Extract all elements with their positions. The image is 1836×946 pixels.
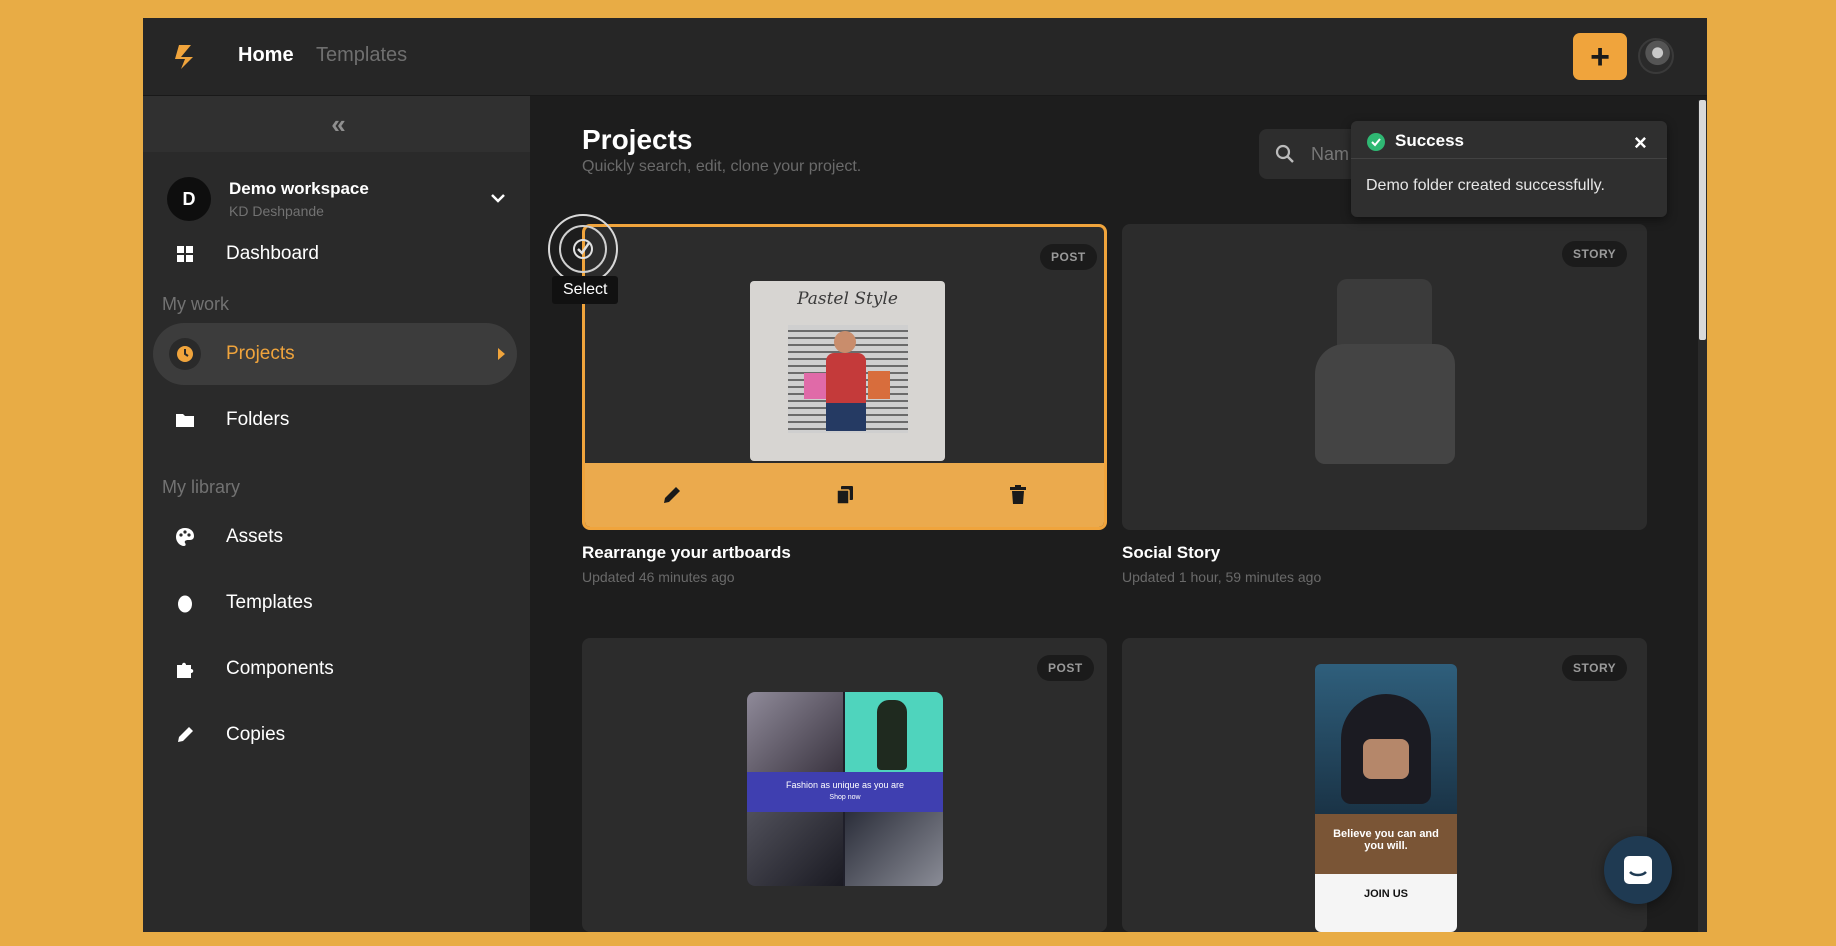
search-icon: [1275, 144, 1294, 163]
select-tooltip: Select: [552, 276, 619, 304]
page-subtitle: Quickly search, edit, clone your project…: [582, 158, 862, 175]
hand-placeholder: [1315, 344, 1455, 464]
scrollbar-thumb[interactable]: [1699, 100, 1706, 340]
close-icon[interactable]: ×: [1634, 130, 1647, 156]
sidebar-item-label: Assets: [226, 526, 284, 547]
type-badge: STORY: [1562, 241, 1628, 267]
project-preview: Believe you can and you will. JOIN US: [1315, 664, 1457, 932]
top-bar: Home Templates +: [143, 18, 1707, 96]
collapse-sidebar-button[interactable]: «: [143, 96, 530, 152]
sidebar-item-components[interactable]: Components: [153, 638, 517, 700]
project-card-thumbnail[interactable]: Pastel Style POST: [582, 224, 1107, 530]
app-logo-icon[interactable]: [171, 42, 201, 72]
check-circle-icon: [559, 225, 607, 273]
sidebar-item-templates[interactable]: Templates: [153, 572, 517, 634]
type-badge: STORY: [1562, 655, 1628, 681]
pencil-icon: [169, 719, 201, 751]
toast-title: Success: [1395, 131, 1464, 150]
sidebar-item-label: Templates: [226, 592, 313, 613]
sidebar-item-label: Projects: [226, 343, 295, 364]
select-project-checkbox[interactable]: [548, 214, 618, 284]
grid-icon: [169, 238, 201, 270]
nav-templates[interactable]: Templates: [316, 44, 407, 67]
type-badge: POST: [1037, 655, 1094, 681]
sidebar-item-projects[interactable]: Projects: [153, 323, 517, 385]
project-preview: Fashion as unique as you are Shop now: [747, 692, 943, 886]
sidebar-item-label: Copies: [226, 724, 286, 745]
sidebar: « D Demo workspace KD Deshpande Dashboar…: [143, 96, 530, 932]
sidebar-item-dashboard[interactable]: Dashboard: [153, 223, 517, 285]
project-card-thumbnail[interactable]: Believe you can and you will. JOIN US ST…: [1122, 638, 1647, 932]
preview-text: Pastel Style: [797, 289, 898, 309]
preview-text: Believe you can and you will.: [1315, 814, 1457, 874]
toast-header: Success ×: [1351, 121, 1667, 159]
sidebar-item-label: Components: [226, 658, 334, 679]
preview-text: Fashion as unique as you are: [785, 780, 905, 790]
nav-home[interactable]: Home: [238, 44, 294, 67]
project-title[interactable]: Rearrange your artboards: [582, 543, 791, 563]
user-avatar[interactable]: [1638, 38, 1674, 74]
preview-banner: Fashion as unique as you are Shop now: [747, 772, 943, 812]
workspace-avatar: D: [167, 177, 211, 221]
chat-icon: [1624, 856, 1652, 884]
sidebar-item-label: Dashboard: [226, 243, 319, 264]
section-my-library: My library: [162, 477, 241, 497]
workspace-user: KD Deshpande: [229, 203, 324, 219]
edit-pencil-icon[interactable]: [661, 484, 683, 506]
chevron-down-icon[interactable]: [489, 189, 507, 207]
trash-icon[interactable]: [1007, 484, 1029, 506]
success-toast: Success × Demo folder created successful…: [1351, 121, 1667, 217]
chat-launcher-button[interactable]: [1604, 836, 1672, 904]
double-chevron-left-icon: «: [331, 108, 346, 139]
preview-photo: [788, 325, 908, 433]
puzzle-icon: [169, 653, 201, 685]
project-card-thumbnail[interactable]: STORY: [1122, 224, 1647, 530]
section-my-work: My work: [162, 294, 229, 314]
preview-cta: JOIN US: [1315, 874, 1457, 932]
sidebar-item-assets[interactable]: Assets: [153, 506, 517, 568]
main-content: Projects Quickly search, edit, clone you…: [530, 96, 1707, 932]
type-badge: POST: [1040, 244, 1097, 270]
sidebar-item-folders[interactable]: Folders: [153, 389, 517, 451]
egg-icon: [169, 587, 201, 619]
project-updated: Updated 1 hour, 59 minutes ago: [1122, 569, 1322, 585]
card-actions-bar: [585, 463, 1104, 527]
clone-icon[interactable]: [834, 484, 856, 506]
preview-subtext: Shop now: [829, 794, 861, 801]
project-title[interactable]: Social Story: [1122, 543, 1220, 563]
project-preview: Pastel Style: [750, 281, 945, 461]
success-check-icon: [1367, 133, 1385, 151]
clock-icon: [169, 338, 201, 370]
workspace-switcher[interactable]: D Demo workspace KD Deshpande: [167, 175, 507, 225]
add-project-button[interactable]: +: [1573, 33, 1627, 80]
sidebar-item-copies[interactable]: Copies: [153, 704, 517, 766]
sidebar-item-label: Folders: [226, 409, 290, 430]
project-updated: Updated 46 minutes ago: [582, 569, 735, 585]
folder-icon: [169, 404, 201, 436]
caret-right-icon: [498, 348, 505, 360]
page-title: Projects: [582, 124, 693, 155]
search-placeholder: Nam: [1311, 144, 1350, 164]
project-card-thumbnail[interactable]: Fashion as unique as you are Shop now PO…: [582, 638, 1107, 932]
palette-icon: [169, 521, 201, 553]
workspace-name: Demo workspace: [229, 179, 369, 198]
toast-message: Demo folder created successfully.: [1366, 177, 1605, 194]
